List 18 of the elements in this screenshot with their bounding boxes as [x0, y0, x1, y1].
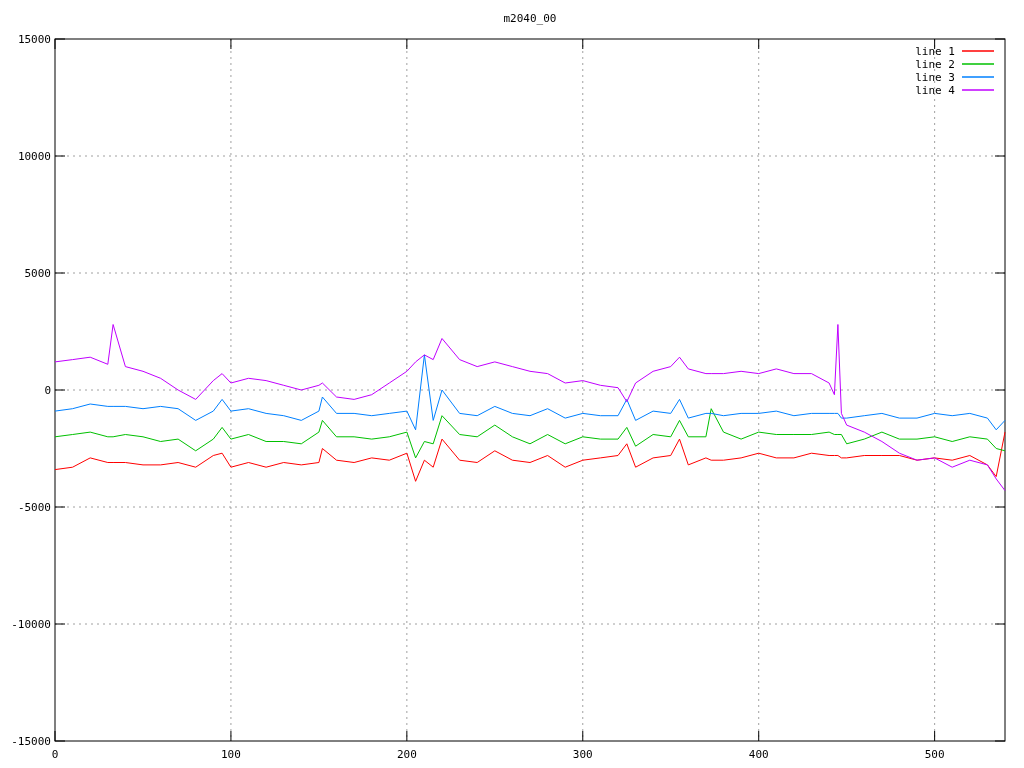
chart-title: m2040_00 — [503, 12, 557, 25]
x-tick-label: 500 — [924, 748, 945, 761]
y-tick-label: 0 — [44, 384, 51, 397]
x-tick-label: 0 — [51, 748, 59, 761]
y-tick-label: -15000 — [11, 735, 51, 748]
x-tick-label: 100 — [221, 748, 241, 761]
x-tick-label: 400 — [748, 748, 769, 761]
x-tick-label: 300 — [572, 748, 593, 761]
legend-label: line 4 — [915, 84, 955, 97]
legend-label: line 3 — [915, 71, 955, 84]
legend-label: line 2 — [915, 58, 955, 71]
x-tick-label: 200 — [396, 748, 417, 761]
y-tick-label: 10000 — [17, 150, 51, 163]
y-tick-label: 15000 — [17, 33, 51, 46]
legend-label: line 1 — [915, 45, 955, 58]
y-tick-label: -10000 — [11, 618, 51, 631]
y-tick-label: -5000 — [17, 501, 51, 514]
y-tick-label: 5000 — [24, 267, 51, 280]
